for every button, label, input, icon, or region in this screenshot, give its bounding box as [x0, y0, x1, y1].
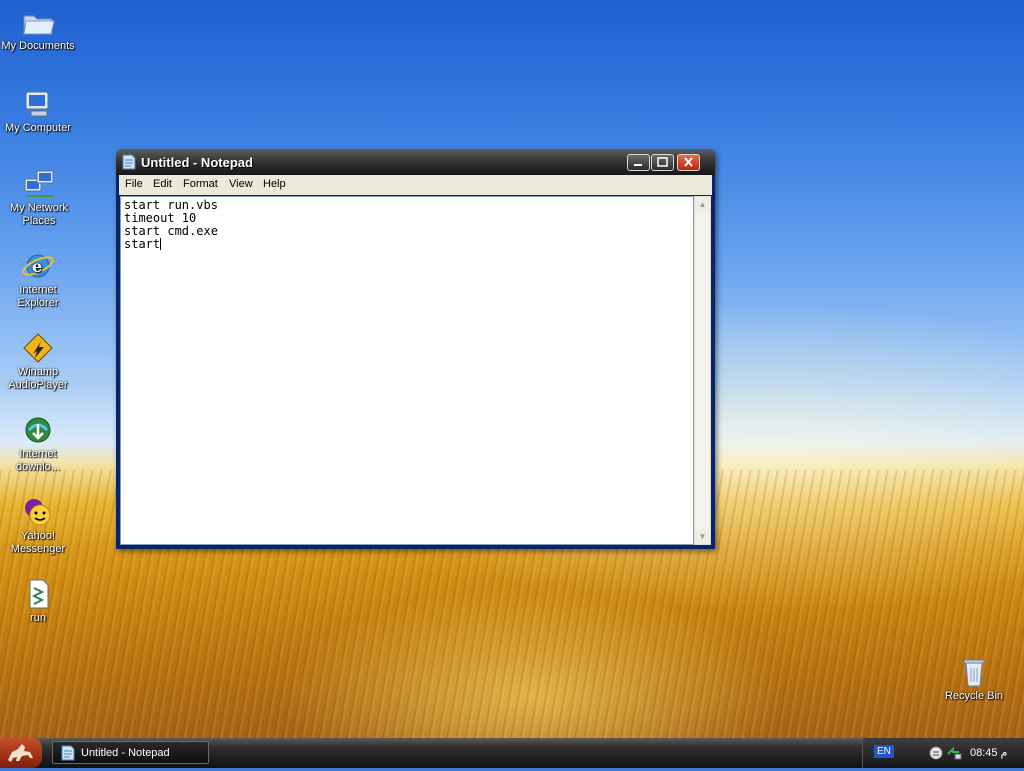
vertical-scrollbar[interactable]: ▲ ▼ — [694, 196, 711, 545]
desktop-icon-label: Internet downlo... — [15, 448, 61, 473]
desktop-icon-label: My Computer — [4, 122, 72, 134]
text-caret — [160, 238, 162, 250]
maximize-button[interactable] — [651, 154, 674, 171]
start-horse-icon — [8, 744, 33, 762]
clock[interactable]: 08:45 م — [970, 746, 1007, 759]
chevron-up-icon: ▲ — [698, 200, 707, 209]
title-bar[interactable]: Untitled - Notepad — [116, 149, 715, 175]
tray-app-icon[interactable] — [929, 746, 943, 760]
editor-line: start cmd.exe — [124, 224, 218, 238]
desktop-icon-label: Yahoo! Messenger — [10, 530, 66, 555]
system-tray: EN 08:45 م — [862, 738, 1024, 768]
desktop-icon-my-documents[interactable]: My Documents — [0, 6, 76, 53]
yahoo-messenger-icon — [25, 499, 51, 526]
script-file-icon — [29, 579, 49, 609]
desktop-icon-label: Recycle Bin — [944, 690, 1004, 702]
desktop-icon-internet-download-manager[interactable]: Internet downlo... — [0, 414, 76, 474]
editor-line: start — [124, 237, 161, 251]
notepad-icon — [122, 154, 136, 170]
desktop-icon-label: run — [30, 612, 46, 624]
desktop-icon-run[interactable]: run — [0, 578, 76, 625]
editor-line: timeout 10 — [124, 211, 197, 225]
desktop-icon-my-network-places[interactable]: My Network Places — [0, 168, 78, 228]
desktop-icon-label: Internet Explorer — [17, 284, 59, 309]
editor-line: start run.vbs — [124, 198, 218, 212]
svg-text:e: e — [32, 257, 42, 276]
network-icon — [24, 170, 54, 197]
taskbar-button-label: Untitled - Notepad — [81, 747, 170, 759]
network-status-icon[interactable] — [946, 745, 962, 761]
desktop-icon-label: My Network Places — [9, 202, 69, 227]
window-title: Untitled - Notepad — [141, 155, 253, 170]
recycle-bin-icon — [963, 659, 985, 687]
notepad-icon — [61, 745, 75, 761]
taskbar-button-notepad[interactable]: Untitled - Notepad — [52, 741, 209, 764]
desktop-icon-label: Winamp AudioPlayer — [8, 366, 68, 391]
desktop: My Documents My Computer My Network Plac… — [0, 0, 1024, 738]
maximize-icon — [657, 157, 668, 167]
folder-icon — [23, 15, 55, 35]
scroll-up-button[interactable]: ▲ — [695, 197, 710, 212]
internet-explorer-icon: e — [22, 254, 54, 278]
desktop-icon-recycle-bin[interactable]: Recycle Bin — [936, 656, 1012, 703]
desktop-icon-internet-explorer[interactable]: e Internet Explorer — [0, 250, 76, 310]
scroll-down-button[interactable]: ▼ — [695, 529, 710, 544]
menu-view[interactable]: View — [229, 178, 253, 190]
menu-file[interactable]: File — [125, 178, 143, 190]
close-button[interactable] — [677, 154, 700, 171]
minimize-button[interactable] — [627, 154, 650, 171]
notepad-window: Untitled - Notepad File Edit Format View… — [116, 149, 715, 549]
close-icon — [684, 157, 693, 167]
desktop-icon-label: My Documents — [1, 40, 75, 52]
menu-edit[interactable]: Edit — [153, 178, 172, 190]
editor-content: start run.vbs timeout 10 start cmd.exe s… — [124, 199, 218, 251]
menu-help[interactable]: Help — [263, 178, 286, 190]
desktop-icon-my-computer[interactable]: My Computer — [0, 88, 76, 135]
computer-icon — [25, 91, 49, 117]
menu-bar: File Edit Format View Help — [119, 175, 712, 195]
minimize-icon — [634, 164, 642, 166]
winamp-icon — [23, 333, 53, 363]
menu-format[interactable]: Format — [183, 178, 218, 190]
text-editor[interactable]: start run.vbs timeout 10 start cmd.exe s… — [120, 196, 694, 545]
taskbar: Untitled - Notepad EN 08:45 م — [0, 738, 1024, 768]
language-indicator[interactable]: EN — [874, 745, 894, 758]
chevron-down-icon: ▼ — [698, 532, 707, 541]
download-manager-icon — [25, 417, 51, 443]
desktop-icon-yahoo-messenger[interactable]: Yahoo! Messenger — [0, 496, 76, 556]
desktop-icon-winamp[interactable]: Winamp AudioPlayer — [0, 332, 76, 392]
start-button[interactable] — [0, 738, 42, 768]
